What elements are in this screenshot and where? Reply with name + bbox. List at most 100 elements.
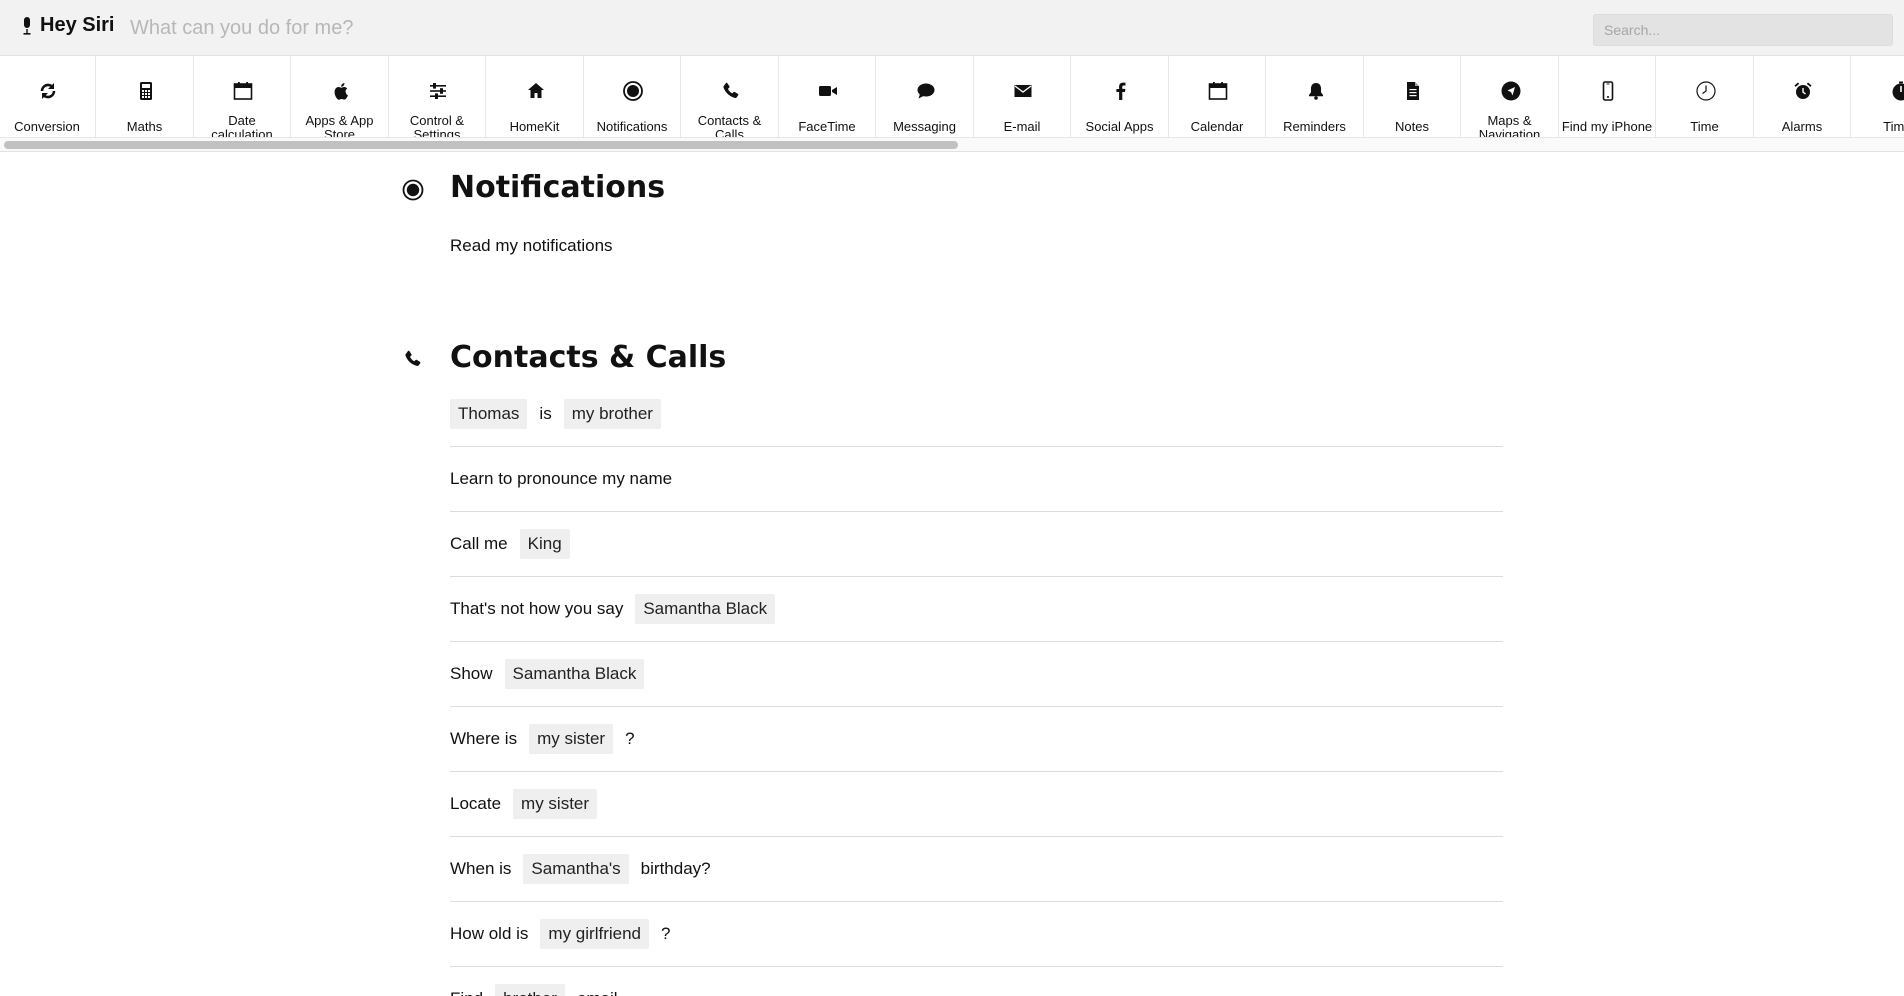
category-maps-navigation[interactable]: Maps & Navigation bbox=[1462, 56, 1559, 138]
scrollbar-thumb[interactable] bbox=[4, 141, 958, 149]
command-row: Show Samantha Black bbox=[450, 642, 1503, 707]
category-label: Apps & App Store bbox=[305, 114, 374, 138]
example-tag: King bbox=[519, 529, 570, 559]
category-label: Social Apps bbox=[1085, 120, 1154, 134]
category-maths[interactable]: Maths bbox=[97, 56, 194, 137]
command-text: When is bbox=[450, 859, 512, 878]
category-date-calculation[interactable]: Date calculation bbox=[194, 56, 291, 138]
category-homekit[interactable]: HomeKit bbox=[487, 56, 584, 137]
category-label: Time bbox=[1690, 120, 1719, 134]
refresh-icon bbox=[37, 80, 59, 102]
command-row: How old is my girlfriend? bbox=[450, 902, 1503, 967]
category-messaging[interactable]: Messaging bbox=[877, 56, 974, 137]
category-strip: Conversion Maths Date calculation Apps & Ap… bbox=[0, 56, 1904, 138]
category-calendar[interactable]: Calendar bbox=[1169, 56, 1266, 137]
example-tag: Samantha Black bbox=[635, 594, 776, 624]
category-time[interactable]: Time bbox=[1657, 56, 1754, 137]
chat-bubble-icon bbox=[915, 80, 937, 102]
timer-icon bbox=[1890, 80, 1904, 102]
command-row: That's not how you say Samantha Black bbox=[450, 577, 1503, 642]
category-find-my-iphone[interactable]: Find my iPhone bbox=[1559, 56, 1656, 137]
top-bar: Hey Siri What can you do for me? bbox=[0, 0, 1904, 56]
search-input[interactable] bbox=[1593, 14, 1893, 46]
category-label: HomeKit bbox=[509, 120, 560, 134]
home-icon bbox=[525, 80, 547, 102]
category-label: Alarms bbox=[1781, 120, 1823, 134]
category-label: Notifications bbox=[596, 120, 668, 134]
category-label: Find my iPhone bbox=[1561, 120, 1653, 134]
command-row: Read my notifications bbox=[450, 213, 1503, 278]
bell-icon bbox=[1305, 80, 1327, 102]
category-label: Notes bbox=[1395, 120, 1429, 134]
horizontal-scrollbar[interactable] bbox=[0, 138, 1904, 152]
category-notifications[interactable]: Notifications bbox=[584, 56, 681, 137]
category-label: FaceTime bbox=[798, 120, 856, 134]
record-icon bbox=[622, 80, 644, 102]
category-label: Maps & Navigation bbox=[1478, 114, 1541, 138]
section-title: Notifications bbox=[450, 170, 666, 205]
category-e-mail[interactable]: E-mail bbox=[974, 56, 1071, 137]
section-title: Contacts & Calls bbox=[450, 340, 727, 375]
command-text: Read my notifications bbox=[450, 235, 613, 255]
category-label: Control & Settings bbox=[409, 114, 465, 138]
command-text: Locate bbox=[450, 794, 502, 813]
example-tag: brother bbox=[495, 984, 565, 996]
category-label: Maths bbox=[126, 120, 163, 134]
video-icon bbox=[817, 80, 839, 102]
command-row: Thomas is my brother bbox=[450, 382, 1503, 447]
apple-icon bbox=[330, 80, 352, 102]
category-social-apps[interactable]: Social Apps bbox=[1072, 56, 1169, 137]
command-text: birthday? bbox=[640, 859, 711, 878]
example-tag: my girlfriend bbox=[540, 919, 650, 949]
calculator-icon bbox=[135, 80, 157, 102]
category-label: Calendar bbox=[1190, 120, 1244, 134]
category-label: E-mail bbox=[1003, 120, 1041, 134]
microphone-icon bbox=[23, 16, 31, 35]
command-text: ? bbox=[661, 924, 671, 943]
command-text: That's not how you say bbox=[450, 599, 624, 618]
category-label: Contacts & Calls bbox=[697, 114, 762, 138]
command-row: Call me King bbox=[450, 512, 1503, 577]
calendar-icon bbox=[1207, 80, 1229, 102]
calendar-icon bbox=[232, 80, 254, 102]
tagline: What can you do for me? bbox=[130, 17, 354, 39]
command-row: Find brother email bbox=[450, 967, 1503, 996]
command-text: ? bbox=[625, 729, 635, 748]
category-apps-app-store[interactable]: Apps & App Store bbox=[292, 56, 389, 138]
category-label: Date calculation bbox=[211, 114, 273, 138]
category-facetime[interactable]: FaceTime bbox=[779, 56, 876, 137]
example-tag: my sister bbox=[513, 789, 598, 819]
example-tag: Samantha's bbox=[523, 854, 629, 884]
alarm-icon bbox=[1792, 80, 1814, 102]
envelope-icon bbox=[1012, 80, 1034, 102]
category-label: Timer bbox=[1883, 120, 1904, 134]
command-row: When is Samantha's birthday? bbox=[450, 837, 1503, 902]
command-text: Call me bbox=[450, 534, 508, 553]
example-tag: Samantha Black bbox=[504, 659, 645, 689]
command-text: Find bbox=[450, 989, 483, 996]
record-icon bbox=[401, 178, 425, 202]
category-timer[interactable]: Timer bbox=[1852, 56, 1904, 137]
category-conversion[interactable]: Conversion bbox=[0, 56, 96, 137]
document-icon bbox=[1402, 80, 1424, 102]
category-label: Conversion bbox=[14, 120, 80, 134]
category-reminders[interactable]: Reminders bbox=[1267, 56, 1364, 137]
phone-icon bbox=[401, 347, 425, 371]
category-contacts-calls[interactable]: Contacts & Calls bbox=[682, 56, 779, 138]
brand-title: Hey Siri bbox=[40, 14, 115, 36]
command-text: Where is bbox=[450, 729, 518, 748]
command-row: Locate my sister bbox=[450, 772, 1503, 837]
navigation-icon bbox=[1500, 80, 1522, 102]
phone-icon bbox=[720, 80, 742, 102]
category-notes[interactable]: Notes bbox=[1364, 56, 1461, 137]
command-text: Show bbox=[450, 664, 493, 683]
command-row: Learn to pronounce my name bbox=[450, 447, 1503, 512]
category-alarms[interactable]: Alarms bbox=[1754, 56, 1851, 137]
command-text: How old is bbox=[450, 924, 529, 943]
brand[interactable]: Hey Siri bbox=[22, 14, 114, 37]
category-control-settings[interactable]: Control & Settings bbox=[389, 56, 486, 138]
example-tag: my sister bbox=[529, 724, 614, 754]
command-text: Learn to pronounce my name bbox=[450, 469, 673, 488]
category-label: Reminders bbox=[1283, 120, 1346, 134]
example-tag: my brother bbox=[563, 399, 661, 429]
